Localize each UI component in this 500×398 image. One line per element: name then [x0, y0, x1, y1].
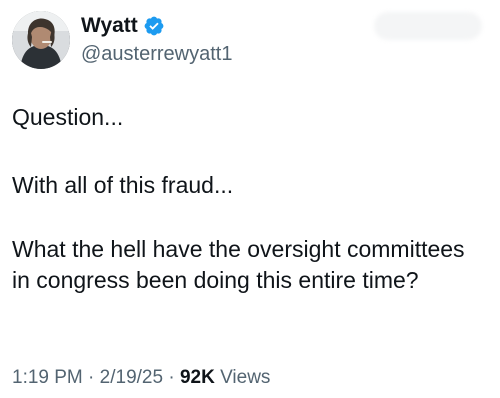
tweet-card: Wyatt @austerrewyatt1 Question... With a…: [0, 0, 500, 398]
author-handle[interactable]: @austerrewyatt1: [81, 41, 232, 67]
views-count: 92K: [179, 367, 215, 388]
meta-separator: ·: [88, 367, 95, 388]
tweet-paragraph: Question...: [12, 104, 124, 130]
avatar-photo: [12, 11, 70, 69]
tweet-meta: 1:19 PM · 2/19/25 · 92K Views: [12, 366, 270, 390]
author-block: Wyatt @austerrewyatt1: [81, 13, 232, 67]
tweet-header: Wyatt @austerrewyatt1: [12, 10, 232, 70]
avatar[interactable]: [12, 11, 70, 69]
name-row: Wyatt: [81, 13, 232, 39]
tweet-date[interactable]: 2/19/25: [100, 367, 163, 388]
views-label: Views: [220, 367, 271, 388]
meta-separator: ·: [168, 367, 175, 388]
tweet-paragraph: With all of this fraud...: [12, 172, 234, 198]
tweet-paragraph: What the hell have the oversight committ…: [12, 236, 465, 293]
verified-badge-icon: [143, 15, 165, 37]
author-display-name[interactable]: Wyatt: [81, 13, 138, 39]
tweet-time[interactable]: 1:19 PM: [12, 367, 83, 388]
blurred-follow-button: [374, 12, 482, 40]
